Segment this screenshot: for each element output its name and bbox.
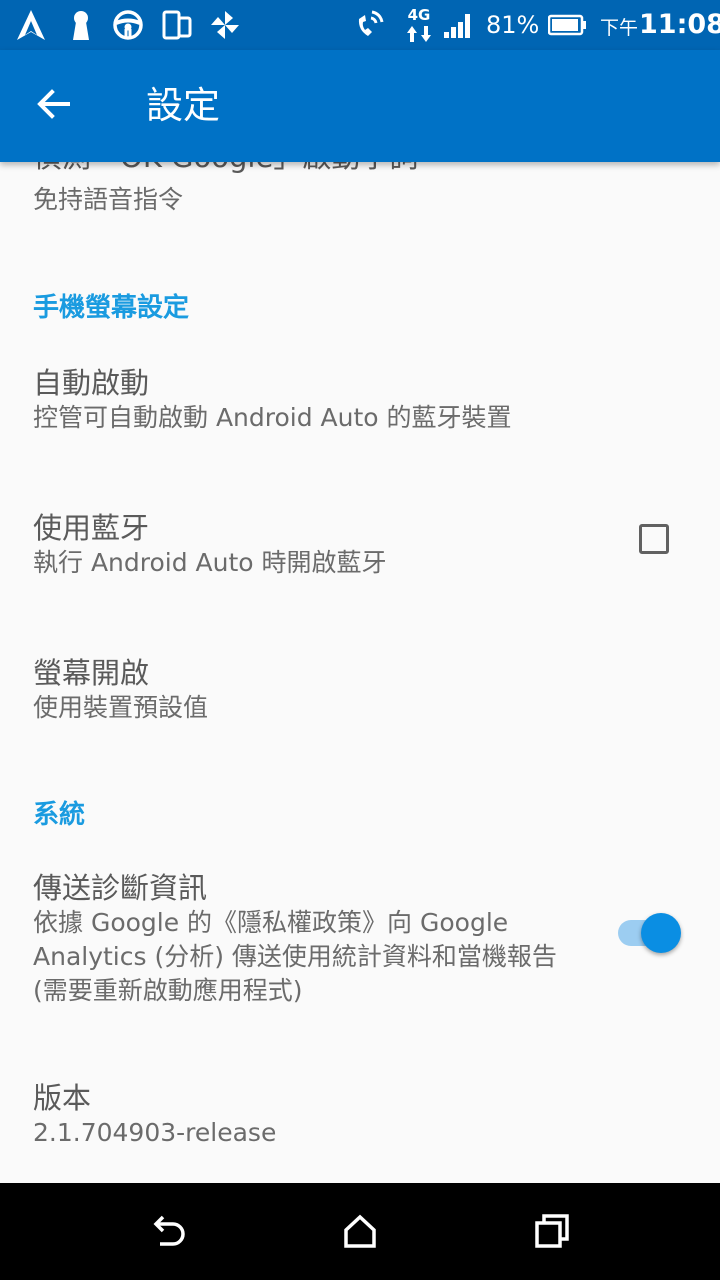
- wifi-calling-icon: [352, 8, 386, 42]
- section-header-screen: 手機螢幕設定: [33, 293, 190, 323]
- setting-title: 使用藍牙: [33, 511, 150, 545]
- battery-percentage: 81%: [486, 11, 540, 39]
- setting-summary: 控管可自動啟動 Android Auto 的藍牙裝置: [33, 403, 512, 432]
- setting-title: 偵測「OK Google」啟動字詞: [33, 162, 418, 176]
- network-type-label: 4G: [407, 6, 431, 24]
- setting-summary: 使用裝置預設值: [33, 693, 209, 722]
- recents-icon: [532, 1211, 572, 1255]
- page-title: 設定: [146, 84, 220, 127]
- nav-back-button[interactable]: [138, 1203, 198, 1263]
- setting-version[interactable]: 版本 2.1.704903-release: [0, 1057, 720, 1177]
- home-icon: [340, 1211, 380, 1255]
- app-bar: 設定: [0, 50, 720, 162]
- setting-auto-launch[interactable]: 自動啟動 控管可自動啟動 Android Auto 的藍牙裝置: [0, 342, 720, 462]
- arrow-back-icon: [34, 84, 74, 128]
- setting-summary: 2.1.704903-release: [33, 1118, 277, 1147]
- use-bluetooth-checkbox[interactable]: [639, 524, 669, 554]
- phone-tablet-icon: [160, 8, 194, 42]
- setting-title: 螢幕開啟: [33, 656, 150, 690]
- section-header-system: 系統: [33, 800, 86, 830]
- setting-summary: 免持語音指令: [33, 185, 184, 214]
- android-auto-icon: [14, 8, 48, 42]
- navigation-bar: [0, 1183, 720, 1280]
- keyhole-icon: [64, 8, 98, 42]
- nav-home-button[interactable]: [330, 1203, 390, 1263]
- nav-recents-button[interactable]: [522, 1203, 582, 1263]
- steering-wheel-icon: [111, 8, 145, 42]
- pinwheel-icon: [208, 8, 242, 42]
- signal-icon: [441, 8, 475, 42]
- setting-title: 版本: [33, 1081, 92, 1115]
- battery-icon: [548, 8, 588, 42]
- setting-use-bluetooth[interactable]: 使用藍牙 執行 Android Auto 時開啟藍牙: [0, 487, 720, 607]
- status-bar: 4G 81% 下午 11:08: [0, 0, 720, 50]
- time-ampm: 下午: [600, 17, 639, 39]
- settings-list: 偵測「OK Google」啟動字詞 免持語音指令 手機螢幕設定 自動啟動 控管可…: [0, 162, 720, 1183]
- clock-time: 11:08: [639, 9, 720, 40]
- setting-send-diagnostics[interactable]: 傳送診斷資訊 依據 Google 的《隱私權政策》向 Google Analyt…: [0, 847, 720, 1017]
- data-arrows-icon: [402, 24, 436, 44]
- diagnostics-switch-thumb[interactable]: [641, 913, 681, 953]
- setting-ok-google-hotword[interactable]: 偵測「OK Google」啟動字詞 免持語音指令: [0, 162, 720, 232]
- back-icon: [148, 1211, 188, 1255]
- setting-title: 傳送診斷資訊: [33, 871, 208, 905]
- back-button[interactable]: [22, 74, 86, 138]
- setting-title: 自動啟動: [33, 366, 150, 400]
- setting-summary: 執行 Android Auto 時開啟藍牙: [33, 548, 387, 577]
- setting-summary: 依據 Google 的《隱私權政策》向 Google Analytics (分析…: [33, 908, 557, 1005]
- setting-screen-on[interactable]: 螢幕開啟 使用裝置預設值: [0, 632, 720, 752]
